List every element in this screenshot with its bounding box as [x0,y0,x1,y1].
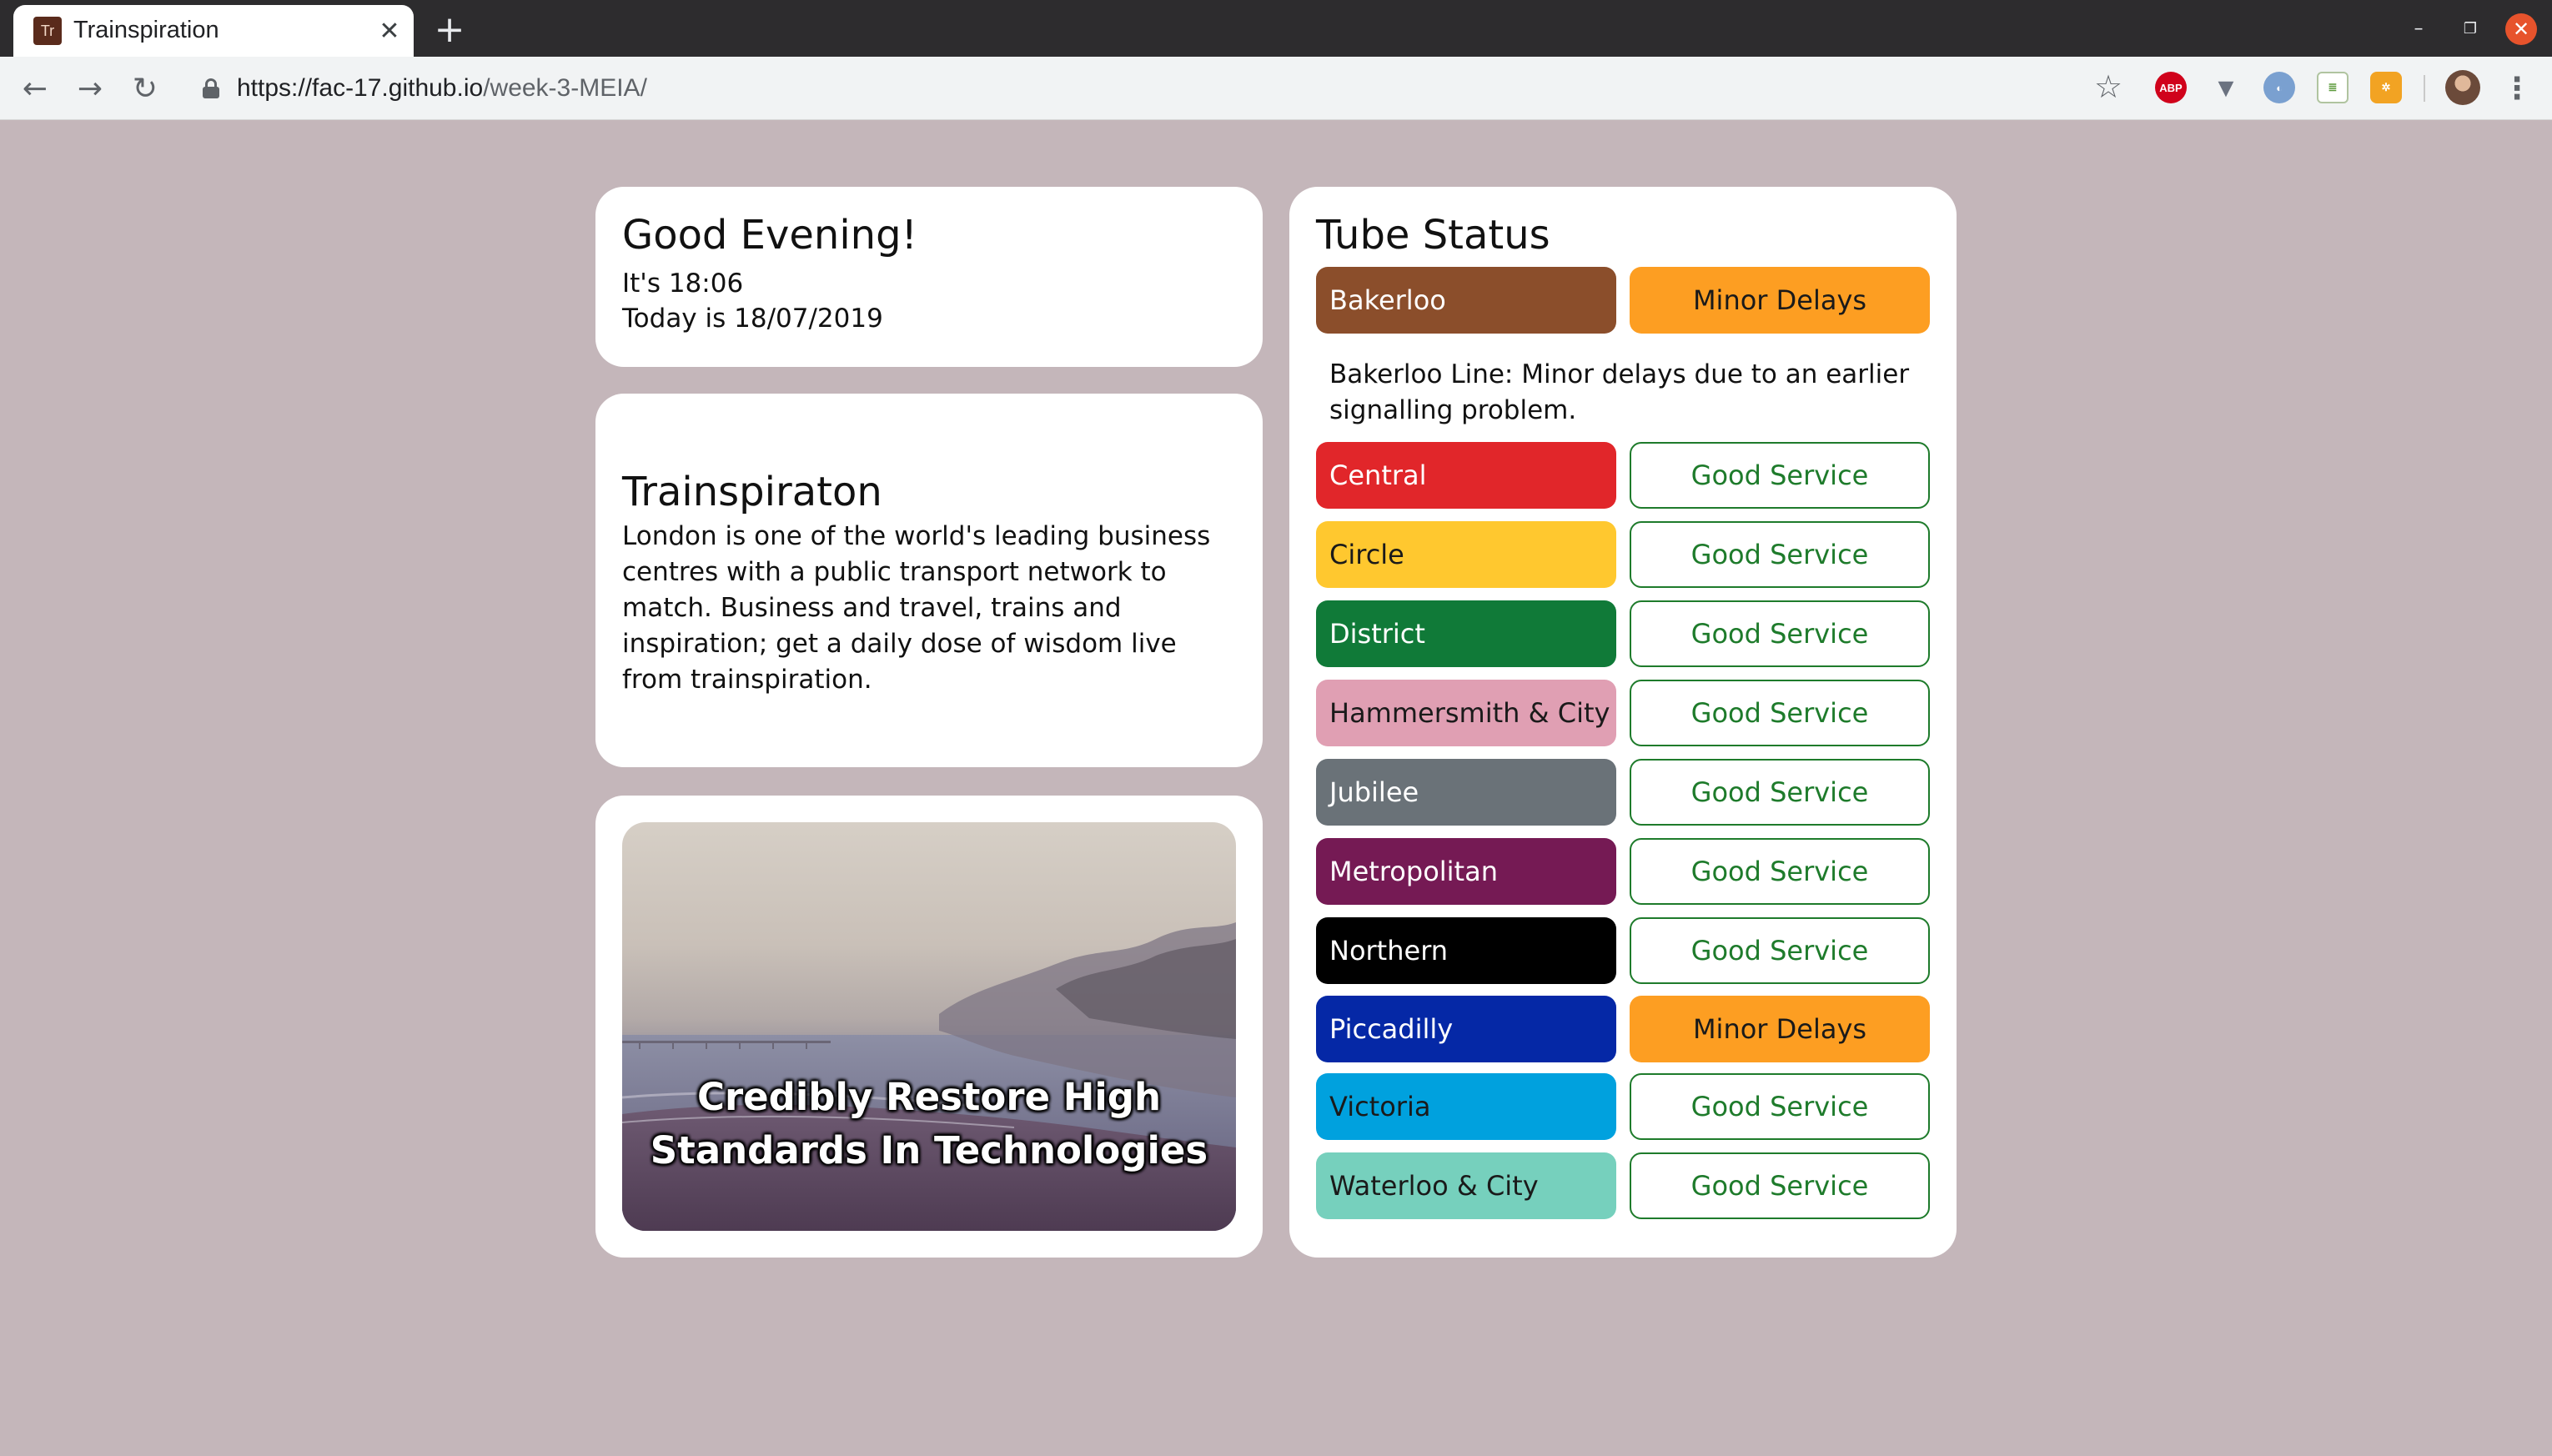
line-name-circle: Circle [1316,521,1616,588]
browser-tab-bar: Tr Trainspiration ✕ + – ❐ ✕ [0,0,2552,57]
tube-line-row: Circle Good Service [1316,521,1930,588]
browser-toolbar: ← → ↻ https://fac-17.github.io/week-3-ME… [0,57,2552,120]
current-time: It's 18:06 [622,269,744,299]
tube-status-card: Tube Status Bakerloo Minor Delays Bakerl… [1289,187,1957,1258]
tube-line-row: District Good Service [1316,600,1930,667]
line-name-central: Central [1316,442,1616,509]
line-status-circle[interactable]: Good Service [1630,521,1930,588]
new-tab-icon[interactable]: + [430,8,469,51]
beach-background-image: Credibly Restore High Standards In Techn… [622,822,1236,1231]
url-text[interactable]: https://fac-17.github.io/week-3-MEIA/ [237,74,647,103]
line-status-central[interactable]: Good Service [1630,442,1930,509]
browser-tab[interactable]: Tr Trainspiration ✕ [13,5,414,57]
line-name-northern: Northern [1316,917,1616,984]
greeting-card: Good Evening! It's 18:06 Today is 18/07/… [595,187,1263,367]
green-extension-icon[interactable]: ≣ [2317,72,2349,103]
tab-close-icon[interactable]: ✕ [374,15,405,47]
reload-icon[interactable]: ↻ [125,68,165,108]
line-name-hammersmith-city: Hammersmith & City [1316,680,1616,746]
orange-extension-icon[interactable]: ✲ [2370,72,2402,103]
browser-menu-icon[interactable]: ⋮ [2502,68,2532,108]
minimize-icon[interactable]: – [2402,13,2435,43]
line-name-jubilee: Jubilee [1316,759,1616,826]
disruption-message: Bakerloo Line: Minor delays due to an ea… [1329,359,1910,425]
bookmark-star-icon[interactable]: ☆ [2088,67,2128,107]
quote-card: Credibly Restore High Standards In Techn… [595,796,1263,1258]
line-status-metropolitan[interactable]: Good Service [1630,838,1930,905]
tube-line-row: Jubilee Good Service [1316,759,1930,826]
line-name-metropolitan: Metropolitan [1316,838,1616,905]
profile-avatar[interactable] [2445,70,2480,105]
line-status-piccadilly[interactable]: Minor Delays [1630,996,1930,1062]
toolbar-separator [2424,75,2425,102]
greeting-title: Good Evening! [622,212,917,259]
tube-line-row: Northern Good Service [1316,917,1930,984]
url-host: https://fac-17.github.io [237,74,484,102]
line-name-district: District [1316,600,1616,667]
line-status-hammersmith-city[interactable]: Good Service [1630,680,1930,746]
line-status-northern[interactable]: Good Service [1630,917,1930,984]
address-bar[interactable]: https://fac-17.github.io/week-3-MEIA/ [180,63,2095,113]
about-title: Trainspiraton [622,469,882,515]
lock-icon[interactable] [202,78,220,98]
tube-line-row: Central Good Service [1316,442,1930,509]
tab-favicon-icon: Tr [33,17,62,45]
tube-line-row: Hammersmith & City Good Service [1316,680,1930,746]
line-name-waterloo-city: Waterloo & City [1316,1152,1616,1219]
tube-line-row: Metropolitan Good Service [1316,838,1930,905]
line-name-bakerloo: Bakerloo [1316,267,1616,334]
line-status-victoria[interactable]: Good Service [1630,1073,1930,1140]
current-date: Today is 18/07/2019 [622,304,883,334]
tube-line-row: Victoria Good Service [1316,1073,1930,1140]
tube-line-row: Piccadilly Minor Delays [1316,996,1930,1062]
about-text: London is one of the world's leading bus… [622,521,1211,695]
line-status-waterloo-city[interactable]: Good Service [1630,1152,1930,1219]
line-status-district[interactable]: Good Service [1630,600,1930,667]
tube-status-title: Tube Status [1316,212,1550,259]
tab-title: Trainspiration [73,17,219,43]
quote-text: Credibly Restore High Standards In Techn… [650,1075,1208,1172]
line-name-piccadilly: Piccadilly [1316,996,1616,1062]
forward-arrow-icon[interactable]: → [70,68,110,108]
line-name-victoria: Victoria [1316,1073,1616,1140]
about-card: Trainspiraton London is one of the world… [595,394,1263,767]
v-extension-icon[interactable]: ▼ [2210,72,2242,103]
tube-line-row: Waterloo & City Good Service [1316,1152,1930,1219]
window-close-icon[interactable]: ✕ [2505,13,2537,45]
url-path: /week-3-MEIA/ [483,74,647,102]
line-status-bakerloo[interactable]: Minor Delays [1630,267,1930,334]
back-arrow-icon[interactable]: ← [15,68,55,108]
blue-extension-icon[interactable]: ◐ [2263,72,2295,103]
line-status-jubilee[interactable]: Good Service [1630,759,1930,826]
adblock-extension-icon[interactable]: ABP [2155,72,2187,103]
restore-icon[interactable]: ❐ [2454,13,2487,43]
tube-line-row: Bakerloo Minor Delays [1316,267,1930,334]
